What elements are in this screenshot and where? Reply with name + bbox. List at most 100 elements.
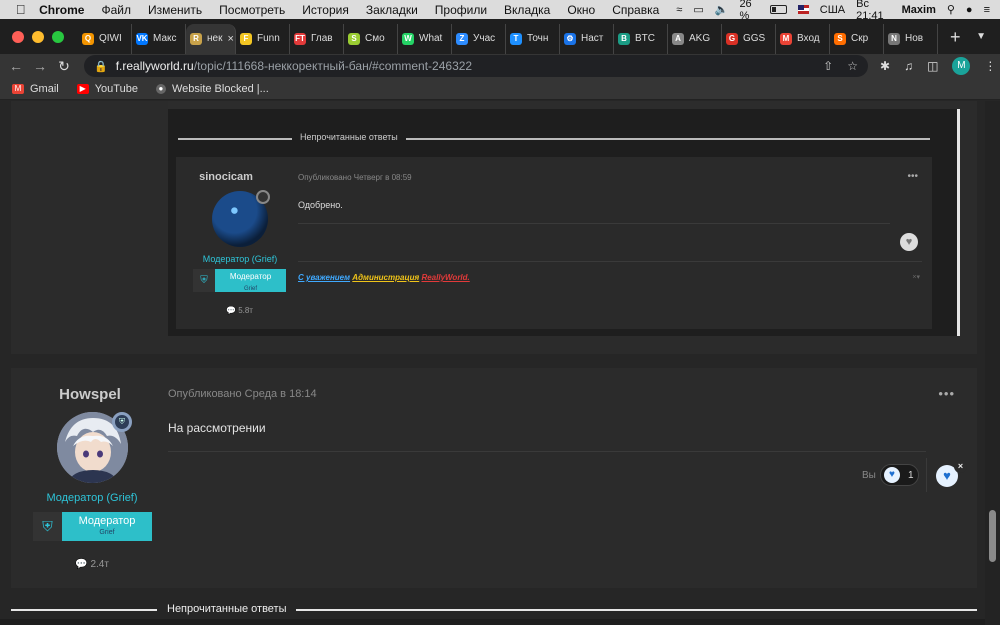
apple-icon[interactable]:  bbox=[14, 2, 27, 17]
tab-label: Глав bbox=[311, 33, 333, 44]
browser-toolbar: ← → ↻ 🔒 f.reallyworld.ru /topic/111668-н… bbox=[0, 54, 1000, 78]
remove-reaction-icon[interactable]: × bbox=[954, 460, 967, 473]
tab[interactable]: A AKG bbox=[668, 23, 722, 54]
more-options-icon[interactable]: ••• bbox=[938, 386, 955, 401]
signature-part: Администрация bbox=[352, 273, 420, 282]
zoom-window-button[interactable] bbox=[52, 30, 64, 43]
control-center-icon[interactable]: ≡ bbox=[984, 4, 990, 16]
bookmark-youtube[interactable]: ▶ YouTube bbox=[76, 82, 138, 95]
menu-profiles[interactable]: Профили bbox=[435, 3, 487, 17]
screenshot-signature-controls-icon: ×▾ bbox=[912, 274, 920, 281]
tab[interactable]: FT Глав bbox=[290, 23, 344, 54]
reload-button[interactable]: ↻ bbox=[52, 58, 76, 75]
screenshot-text: Одобрено. bbox=[298, 200, 343, 210]
address-bar[interactable]: 🔒 f.reallyworld.ru /topic/111668-неккоре… bbox=[84, 55, 868, 77]
tab-label: Учас bbox=[473, 33, 496, 44]
tab[interactable]: S Смо bbox=[344, 23, 398, 54]
media-controls-icon[interactable]: ♫ bbox=[904, 59, 913, 73]
tab-favicon-icon: N bbox=[888, 32, 900, 45]
tab-favicon-icon: S bbox=[834, 32, 846, 45]
bookmark-label: Website Blocked |... bbox=[171, 82, 269, 95]
menu-help[interactable]: Справка bbox=[612, 3, 659, 17]
tab[interactable]: G GGS bbox=[722, 23, 776, 54]
tab[interactable]: S Скр bbox=[830, 23, 884, 54]
tab-label: Наст bbox=[581, 33, 604, 44]
tab[interactable]: VK Макс bbox=[132, 23, 186, 54]
tab-search-icon[interactable]: ▼ bbox=[976, 31, 986, 42]
screenshot-more-icon: ••• bbox=[907, 171, 918, 182]
previous-post-card: Непрочитанные ответы sinocicam Модератор… bbox=[11, 101, 977, 354]
tab[interactable]: T Точн bbox=[506, 23, 560, 54]
scrollbar-thumb[interactable] bbox=[989, 510, 996, 562]
tab-favicon-icon: Z bbox=[456, 32, 468, 45]
wifi-icon[interactable]: ≈ bbox=[676, 4, 682, 16]
siri-icon[interactable]: ● bbox=[966, 4, 973, 16]
screenshot-group-label: Модератор bbox=[229, 272, 272, 281]
globe-icon: ● bbox=[155, 83, 166, 94]
menu-file[interactable]: Файл bbox=[101, 3, 131, 17]
tab[interactable]: Z Учас bbox=[452, 23, 506, 54]
tab[interactable]: B BTC bbox=[614, 23, 668, 54]
tab-favicon-icon: T bbox=[510, 32, 522, 45]
menu-history[interactable]: История bbox=[302, 3, 349, 17]
screenshot-post-count: 💬 5.8т bbox=[226, 306, 253, 315]
bookmark-label: YouTube bbox=[94, 82, 138, 95]
group-sub: Grief bbox=[99, 529, 115, 536]
tab[interactable]: Rнек × bbox=[186, 23, 236, 54]
screenshot-meta: Опубликовано Четверг в 08:59 bbox=[298, 173, 412, 182]
next-content-strip bbox=[0, 619, 1000, 625]
lock-icon[interactable]: 🔒 bbox=[94, 60, 108, 73]
url-host: f.reallyworld.ru bbox=[115, 59, 194, 73]
youtube-icon: ▶ bbox=[76, 83, 89, 94]
back-button[interactable]: ← bbox=[4, 58, 28, 74]
bookmark-gmail[interactable]: M Gmail bbox=[12, 83, 59, 95]
post-author[interactable]: Howspel bbox=[11, 386, 169, 403]
menu-tab[interactable]: Вкладка bbox=[504, 3, 550, 17]
reaction-by[interactable]: Вы bbox=[862, 470, 876, 481]
tab[interactable]: Q QIWI bbox=[78, 23, 132, 54]
profile-avatar[interactable]: M bbox=[952, 57, 971, 75]
menu-app[interactable]: Chrome bbox=[39, 3, 84, 17]
forward-button[interactable]: → bbox=[28, 58, 52, 74]
menu-bookmarks[interactable]: Закладки bbox=[366, 3, 418, 17]
new-tab-button[interactable]: + bbox=[950, 27, 961, 48]
extensions-icon[interactable]: ✱ bbox=[880, 59, 890, 73]
screenshot-post-count-value: 5.8т bbox=[238, 306, 253, 315]
airplay-icon[interactable]: ▭ bbox=[693, 3, 703, 16]
gmail-icon: M bbox=[12, 83, 24, 94]
tab-label: BTC bbox=[635, 33, 655, 44]
share-icon[interactable]: ⇧ bbox=[823, 59, 833, 73]
menu-window[interactable]: Окно bbox=[567, 3, 595, 17]
battery-icon[interactable] bbox=[770, 5, 787, 14]
tab[interactable]: M Вход bbox=[776, 23, 830, 54]
menu-view[interactable]: Посмотреть bbox=[219, 3, 285, 17]
tab[interactable]: N Нов bbox=[884, 23, 938, 54]
tab-close-icon[interactable]: × bbox=[227, 33, 233, 45]
tab-favicon-icon: G bbox=[726, 32, 738, 45]
tab-label: Вход bbox=[797, 33, 820, 44]
post-timestamp[interactable]: Опубликовано Среда в 18:14 bbox=[168, 388, 317, 400]
chrome-menu-icon[interactable]: ⋮ bbox=[984, 59, 996, 73]
minimize-window-button[interactable] bbox=[32, 30, 44, 43]
menubar-user[interactable]: Maxim bbox=[902, 4, 936, 16]
tab-favicon-icon: F bbox=[240, 32, 252, 45]
spotlight-icon[interactable]: ⚲ bbox=[947, 3, 955, 16]
tab-label: GGS bbox=[743, 33, 766, 44]
reaction-summary[interactable]: ♥ 1 bbox=[880, 464, 919, 486]
tab[interactable]: ⚙ Наст bbox=[560, 23, 614, 54]
screenshot-role: Модератор (Grief) bbox=[202, 254, 278, 264]
close-window-button[interactable] bbox=[12, 30, 24, 43]
bookmark-website-blocked[interactable]: ● Website Blocked |... bbox=[155, 82, 269, 95]
menu-edit[interactable]: Изменить bbox=[148, 3, 202, 17]
tab[interactable]: W What bbox=[398, 23, 452, 54]
tab-favicon-icon: R bbox=[190, 32, 202, 45]
side-panel-icon[interactable]: ◫ bbox=[927, 59, 938, 73]
volume-icon[interactable]: 🔈 bbox=[715, 3, 729, 16]
screenshot-group-badge: Модератор Grief bbox=[215, 269, 286, 292]
keyboard-layout[interactable]: США bbox=[820, 4, 845, 16]
post-count: 💬 2.4т bbox=[75, 559, 109, 570]
signature-part: ReallyWorld. bbox=[421, 273, 470, 282]
tab[interactable]: F Funn bbox=[236, 23, 290, 54]
bookmark-star-icon[interactable]: ☆ bbox=[847, 59, 858, 73]
screenshot-divider-label: Непрочитанные ответы bbox=[292, 132, 406, 142]
